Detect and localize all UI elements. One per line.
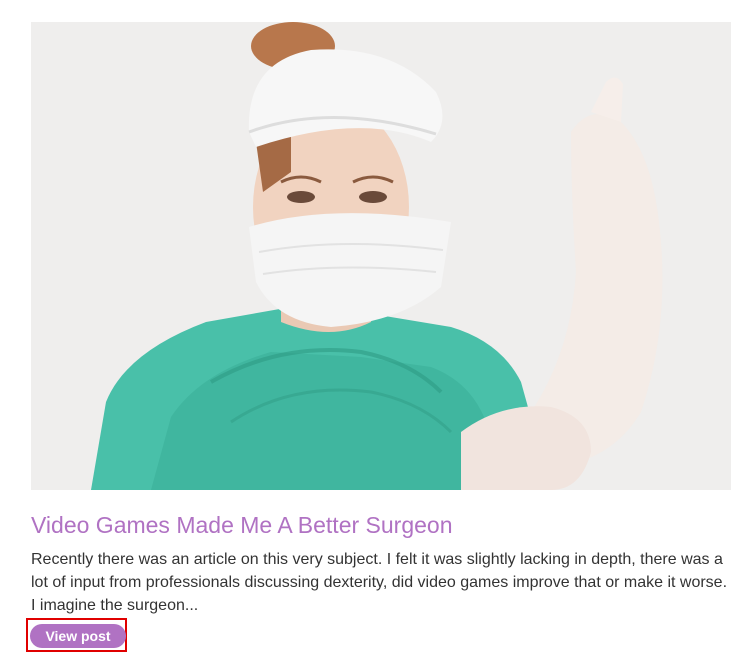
post-thumbnail-image[interactable] (31, 22, 731, 490)
post-title[interactable]: Video Games Made Me A Better Surgeon (31, 510, 731, 540)
view-post-button[interactable]: View post (30, 624, 126, 648)
view-post-highlight: View post (26, 618, 127, 652)
blog-post-card: Video Games Made Me A Better Surgeon Rec… (26, 22, 731, 652)
post-excerpt: Recently there was an article on this ve… (31, 551, 728, 614)
surgeon-photo (31, 22, 731, 490)
